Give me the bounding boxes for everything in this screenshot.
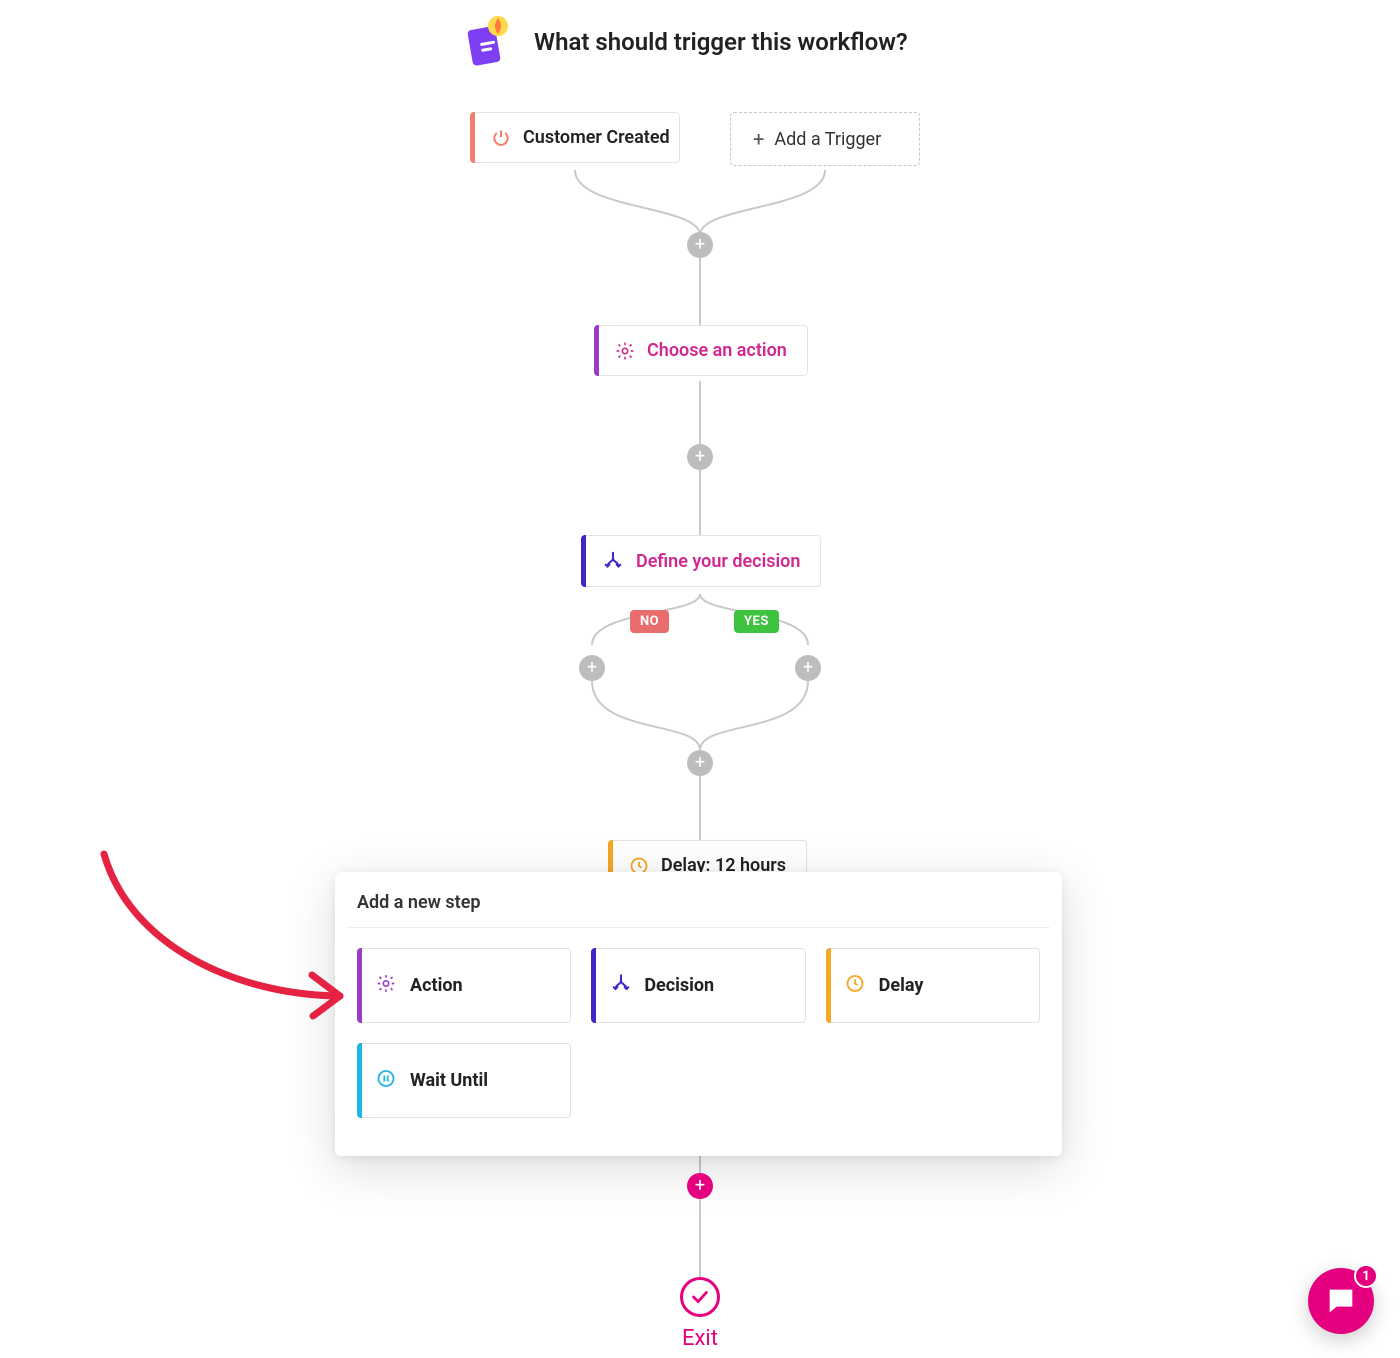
branch-yes-badge: YES (734, 610, 779, 633)
action-label: Choose an action (647, 340, 787, 361)
decision-label: Define your decision (636, 551, 800, 572)
trigger-card[interactable]: Customer Created (470, 112, 680, 163)
step-option-wait-until[interactable]: Wait Until (357, 1043, 571, 1118)
step-option-label: Decision (644, 975, 714, 996)
add-step-popover: Add a new step Action (335, 872, 1062, 1156)
action-accent (594, 325, 599, 376)
add-step-no-branch-button[interactable]: + (579, 655, 605, 681)
add-step-button[interactable]: + (687, 444, 713, 470)
step-option-decision[interactable]: Decision (591, 948, 805, 1023)
decision-accent (581, 535, 586, 587)
gear-icon (376, 973, 396, 998)
add-step-button[interactable]: + (687, 750, 713, 776)
step-option-delay[interactable]: Delay (826, 948, 1040, 1023)
chat-button[interactable]: 1 (1308, 1268, 1374, 1334)
step-option-label: Wait Until (410, 1070, 488, 1091)
clock-icon (845, 973, 865, 998)
plus-icon: + (753, 127, 764, 151)
branch-icon (610, 972, 632, 999)
step-option-action[interactable]: Action (357, 948, 571, 1023)
exit-node[interactable] (680, 1277, 720, 1317)
trigger-label: Customer Created (523, 127, 670, 148)
step-option-label: Action (410, 975, 463, 996)
decision-node[interactable]: Define your decision (581, 535, 821, 587)
add-step-button-active[interactable]: + (687, 1173, 713, 1199)
add-step-yes-branch-button[interactable]: + (795, 655, 821, 681)
chat-unread-badge: 1 (1354, 1264, 1378, 1288)
add-trigger-button[interactable]: + Add a Trigger (730, 112, 920, 166)
add-trigger-label: Add a Trigger (774, 129, 881, 150)
workflow-header: What should trigger this workflow? (460, 14, 908, 70)
divider (347, 927, 1050, 928)
trigger-accent (470, 112, 475, 163)
popover-title: Add a new step (357, 892, 1040, 927)
action-node[interactable]: Choose an action (594, 325, 808, 376)
spark-icon (460, 14, 516, 70)
gear-icon (615, 341, 635, 361)
step-option-label: Delay (879, 975, 924, 996)
workflow-title: What should trigger this workflow? (534, 28, 908, 56)
exit-label: Exit (682, 1326, 718, 1351)
add-step-button[interactable]: + (687, 232, 713, 258)
pause-icon (376, 1068, 396, 1093)
branch-icon (602, 550, 624, 572)
power-icon (491, 128, 511, 148)
check-icon (689, 1286, 711, 1308)
chat-icon (1324, 1284, 1358, 1318)
branch-no-badge: NO (630, 610, 669, 633)
